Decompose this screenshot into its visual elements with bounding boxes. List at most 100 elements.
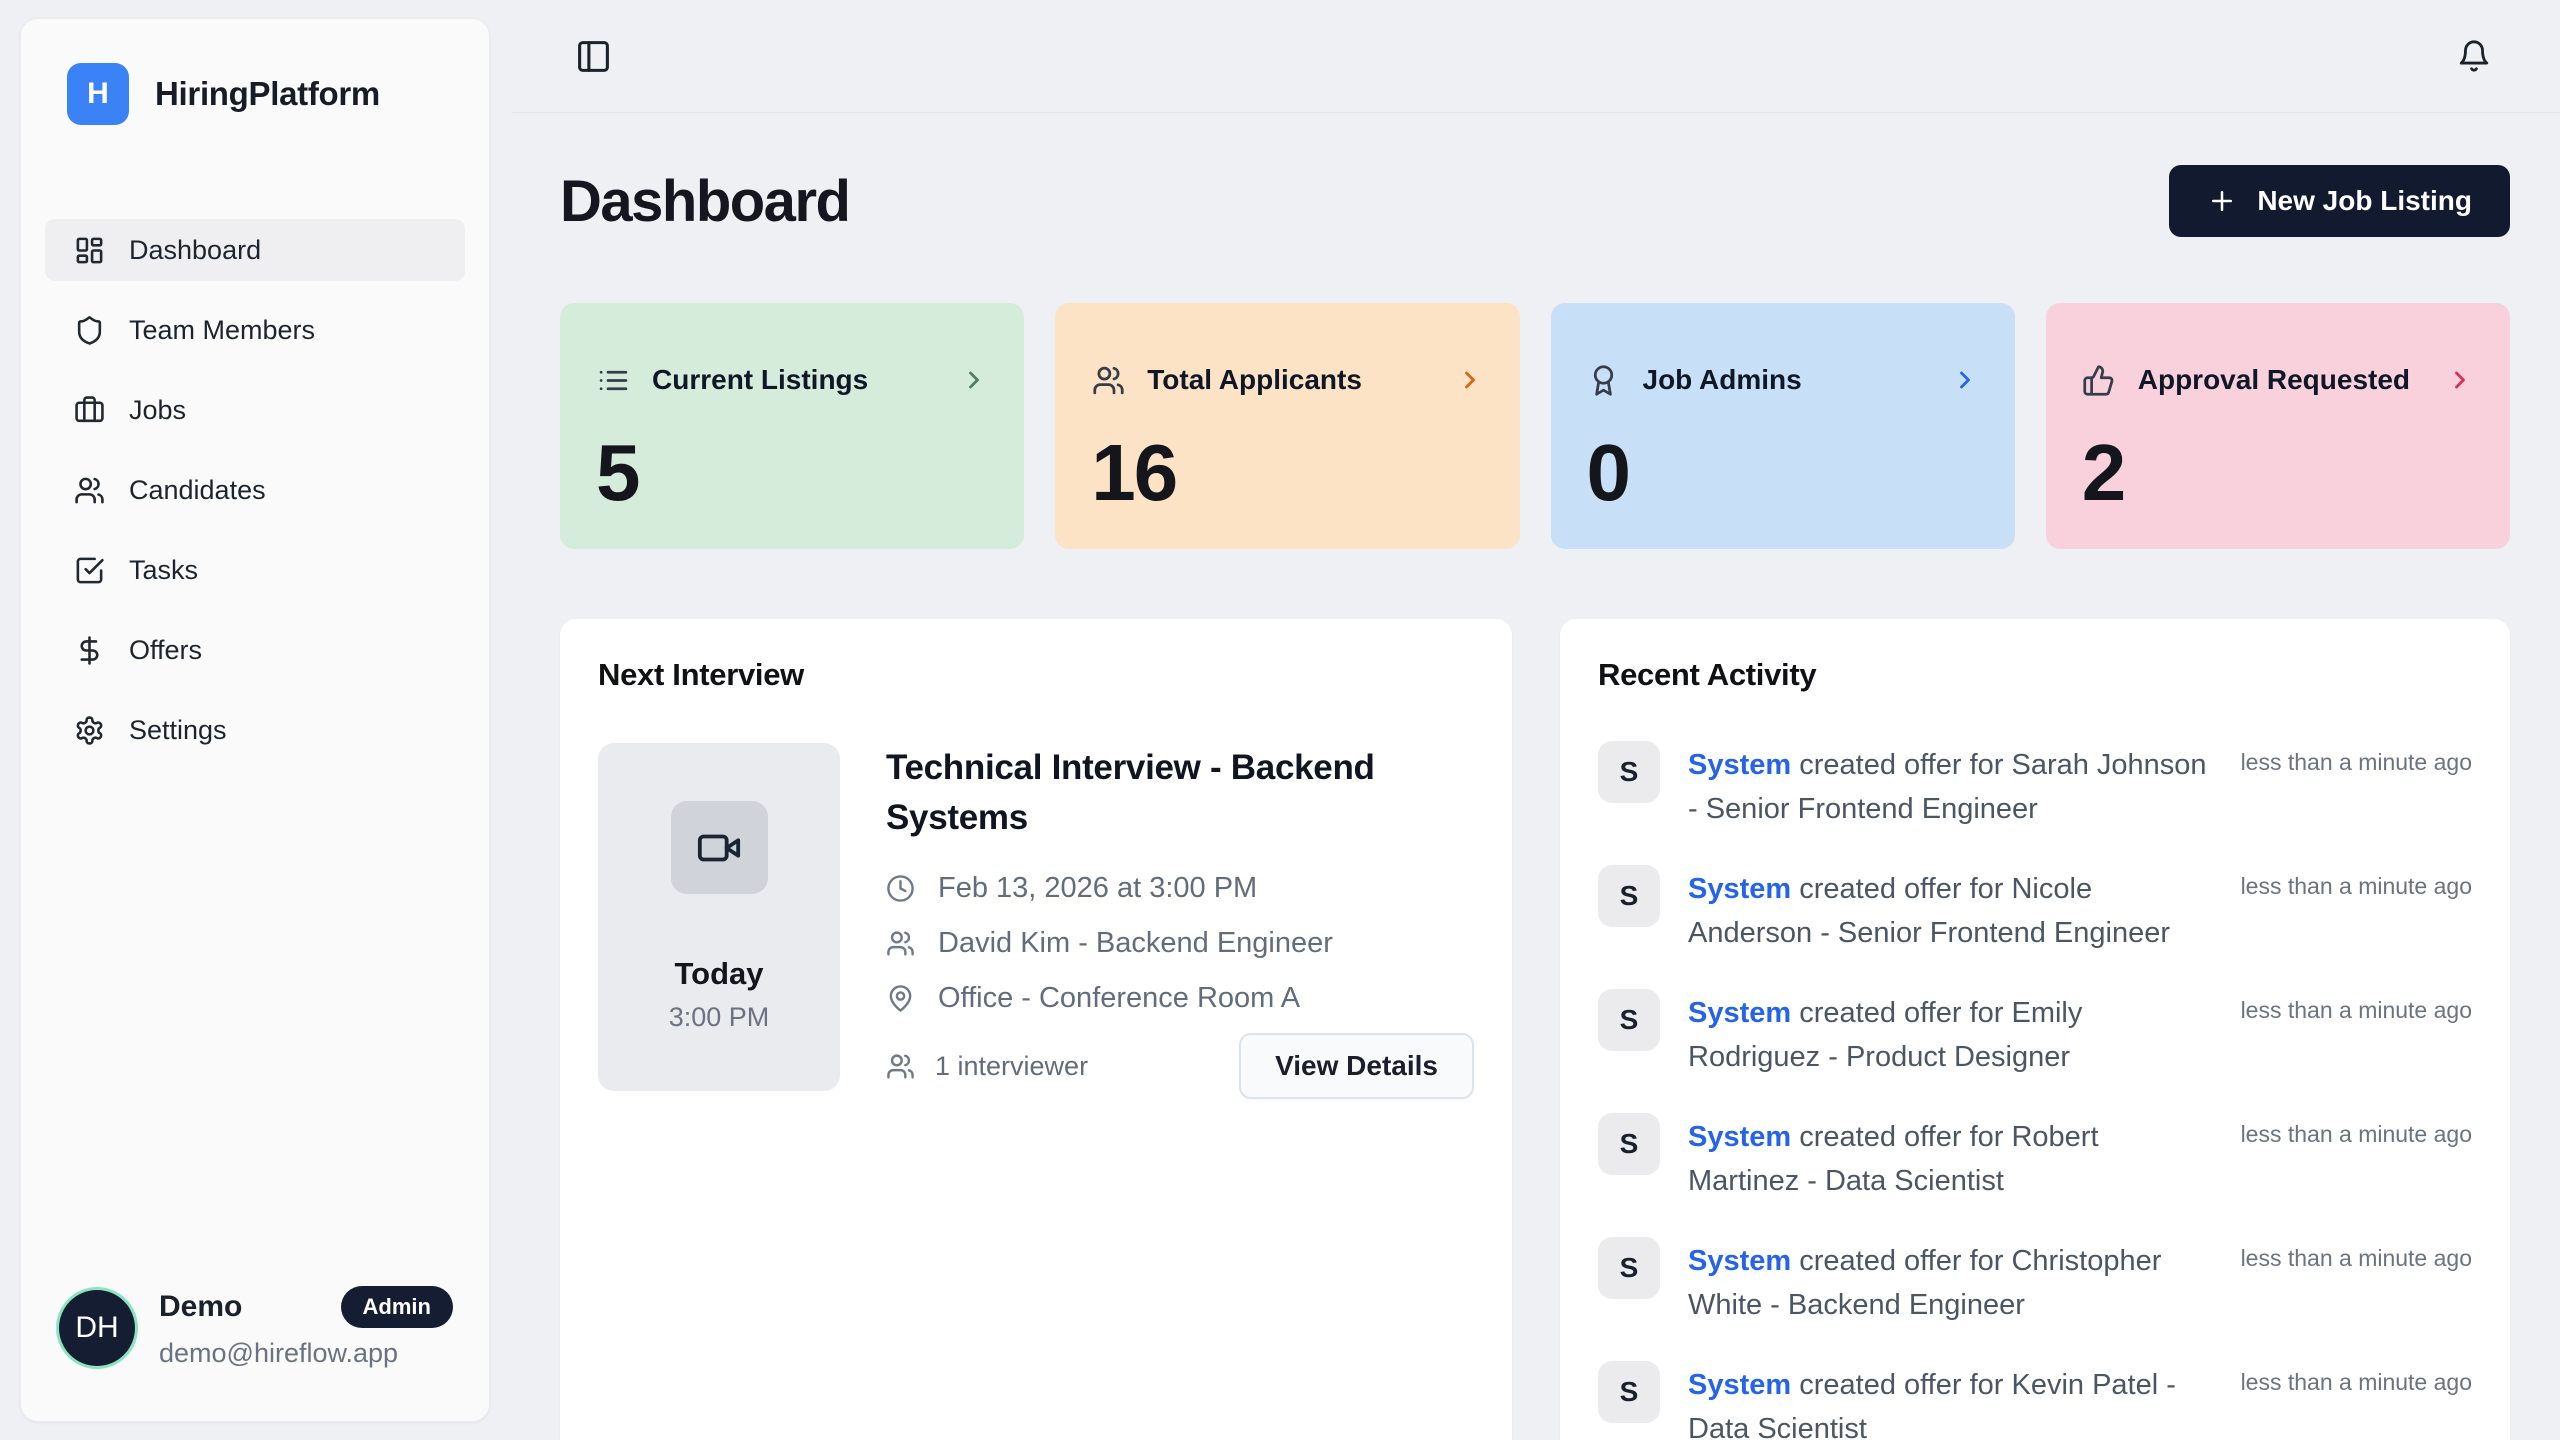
interview-datetime-row: Feb 13, 2026 at 3:00 PM xyxy=(886,872,1474,905)
activity-avatar: S xyxy=(1598,1113,1660,1175)
sidebar-item-label: Dashboard xyxy=(129,235,261,266)
activity-text: System created offer for Nicole Anderson… xyxy=(1688,865,2213,956)
app-name: HiringPlatform xyxy=(155,75,380,113)
stat-card-total-applicants[interactable]: Total Applicants 16 xyxy=(1055,303,1519,549)
user-info: Demo Admin demo@hireflow.app xyxy=(159,1286,453,1369)
activity-text: System created offer for Sarah Johnson -… xyxy=(1688,741,2213,832)
plus-icon xyxy=(2207,186,2237,216)
sidebar-item-settings[interactable]: Settings xyxy=(45,699,465,761)
user-name: Demo xyxy=(159,1290,242,1324)
sidebar-item-jobs[interactable]: Jobs xyxy=(45,379,465,441)
chevron-right-icon xyxy=(960,366,988,394)
role-badge: Admin xyxy=(341,1286,453,1328)
interview-location: Office - Conference Room A xyxy=(938,982,1300,1015)
panels-row: Next Interview Today 3:00 PM Technical I… xyxy=(560,619,2510,1440)
list-icon xyxy=(596,363,630,397)
sidebar-toggle-button[interactable] xyxy=(573,36,613,76)
gear-icon xyxy=(73,714,105,746)
sidebar-item-label: Settings xyxy=(129,715,227,746)
sidebar-item-dashboard[interactable]: Dashboard xyxy=(45,219,465,281)
activity-actor: System xyxy=(1688,749,1791,781)
bell-icon xyxy=(2457,39,2491,73)
sidebar-user-card[interactable]: DH Demo Admin demo@hireflow.app xyxy=(45,1286,465,1381)
award-icon xyxy=(1587,363,1621,397)
sidebar-item-candidates[interactable]: Candidates xyxy=(45,459,465,521)
sidebar-item-offers[interactable]: Offers xyxy=(45,619,465,681)
stat-card-approval-requested[interactable]: Approval Requested 2 xyxy=(2046,303,2510,549)
briefcase-icon xyxy=(73,394,105,426)
stats-row: Current Listings 5 Total Applicants xyxy=(560,303,2510,549)
activity-item: S System created offer for Emily Rodrigu… xyxy=(1598,989,2472,1085)
activity-text: System created offer for Robert Martinez… xyxy=(1688,1113,2213,1204)
activity-timestamp: less than a minute ago xyxy=(2241,989,2472,1024)
interview-candidate-row: David Kim - Backend Engineer xyxy=(886,927,1474,960)
user-avatar: DH xyxy=(59,1290,135,1366)
video-camera-icon xyxy=(671,801,768,894)
stat-card-job-admins[interactable]: Job Admins 0 xyxy=(1551,303,2015,549)
sidebar-nav: Dashboard Team Members Jobs Candidates xyxy=(45,219,465,761)
hiring-platform-app: H HiringPlatform Dashboard Team Members xyxy=(0,0,2560,1440)
stat-value: 0 xyxy=(1587,427,1979,519)
sidebar-item-label: Offers xyxy=(129,635,202,666)
activity-text: System created offer for Christopher Whi… xyxy=(1688,1237,2213,1328)
notifications-button[interactable] xyxy=(2454,36,2494,76)
user-email: demo@hireflow.app xyxy=(159,1338,453,1369)
sidebar-item-tasks[interactable]: Tasks xyxy=(45,539,465,601)
stat-value: 5 xyxy=(596,427,988,519)
activity-text: System created offer for Kevin Patel - D… xyxy=(1688,1361,2213,1440)
panel-left-icon xyxy=(575,38,612,75)
users-icon xyxy=(886,1052,915,1081)
next-interview-panel: Next Interview Today 3:00 PM Technical I… xyxy=(560,619,1512,1440)
activity-timestamp: less than a minute ago xyxy=(2241,865,2472,900)
sidebar-item-team-members[interactable]: Team Members xyxy=(45,299,465,361)
new-job-listing-button[interactable]: New Job Listing xyxy=(2169,165,2510,237)
sidebar-item-label: Tasks xyxy=(129,555,198,586)
interviewer-count-label: 1 interviewer xyxy=(935,1051,1088,1082)
view-details-button[interactable]: View Details xyxy=(1239,1033,1474,1099)
users-icon xyxy=(886,929,916,959)
activity-list: S System created offer for Sarah Johnson… xyxy=(1598,741,2472,1440)
app-logo-row: H HiringPlatform xyxy=(45,63,465,125)
map-pin-icon xyxy=(886,984,916,1014)
layout-dashboard-icon xyxy=(73,234,105,266)
users-icon xyxy=(1091,363,1125,397)
activity-actor: System xyxy=(1688,1121,1791,1153)
users-icon xyxy=(73,474,105,506)
thumbs-up-icon xyxy=(2082,363,2116,397)
interviewer-count: 1 interviewer xyxy=(886,1051,1088,1082)
content: Dashboard New Job Listing Current Listin… xyxy=(511,113,2560,1440)
activity-avatar: S xyxy=(1598,865,1660,927)
activity-actor: System xyxy=(1688,1245,1791,1277)
interview-location-row: Office - Conference Room A xyxy=(886,982,1474,1015)
activity-item: S System created offer for Nicole Anders… xyxy=(1598,865,2472,961)
activity-item: S System created offer for Robert Martin… xyxy=(1598,1113,2472,1209)
activity-actor: System xyxy=(1688,997,1791,1029)
sidebar: H HiringPlatform Dashboard Team Members xyxy=(20,18,490,1422)
activity-avatar: S xyxy=(1598,1237,1660,1299)
topbar xyxy=(511,0,2560,113)
new-job-listing-label: New Job Listing xyxy=(2257,185,2472,217)
dollar-icon xyxy=(73,634,105,666)
activity-timestamp: less than a minute ago xyxy=(2241,1237,2472,1272)
activity-item: S System created offer for Kevin Patel -… xyxy=(1598,1361,2472,1440)
stat-label: Approval Requested xyxy=(2138,364,2410,396)
stat-label: Current Listings xyxy=(652,364,868,396)
interview-time-label: 3:00 PM xyxy=(669,1002,770,1033)
sidebar-item-label: Jobs xyxy=(129,395,186,426)
interview-title: Technical Interview - Backend Systems xyxy=(886,743,1446,842)
app-logo: H xyxy=(67,63,129,125)
sidebar-item-label: Team Members xyxy=(129,315,315,346)
check-square-icon xyxy=(73,554,105,586)
activity-text: System created offer for Emily Rodriguez… xyxy=(1688,989,2213,1080)
clock-icon xyxy=(886,874,916,904)
stat-value: 2 xyxy=(2082,427,2474,519)
activity-actor: System xyxy=(1688,1369,1791,1401)
activity-timestamp: less than a minute ago xyxy=(2241,1113,2472,1148)
activity-avatar: S xyxy=(1598,741,1660,803)
stat-card-current-listings[interactable]: Current Listings 5 xyxy=(560,303,1024,549)
stat-value: 16 xyxy=(1091,427,1483,519)
next-interview-title: Next Interview xyxy=(598,657,1474,693)
interview-datetime: Feb 13, 2026 at 3:00 PM xyxy=(938,872,1257,905)
activity-timestamp: less than a minute ago xyxy=(2241,1361,2472,1396)
activity-avatar: S xyxy=(1598,989,1660,1051)
